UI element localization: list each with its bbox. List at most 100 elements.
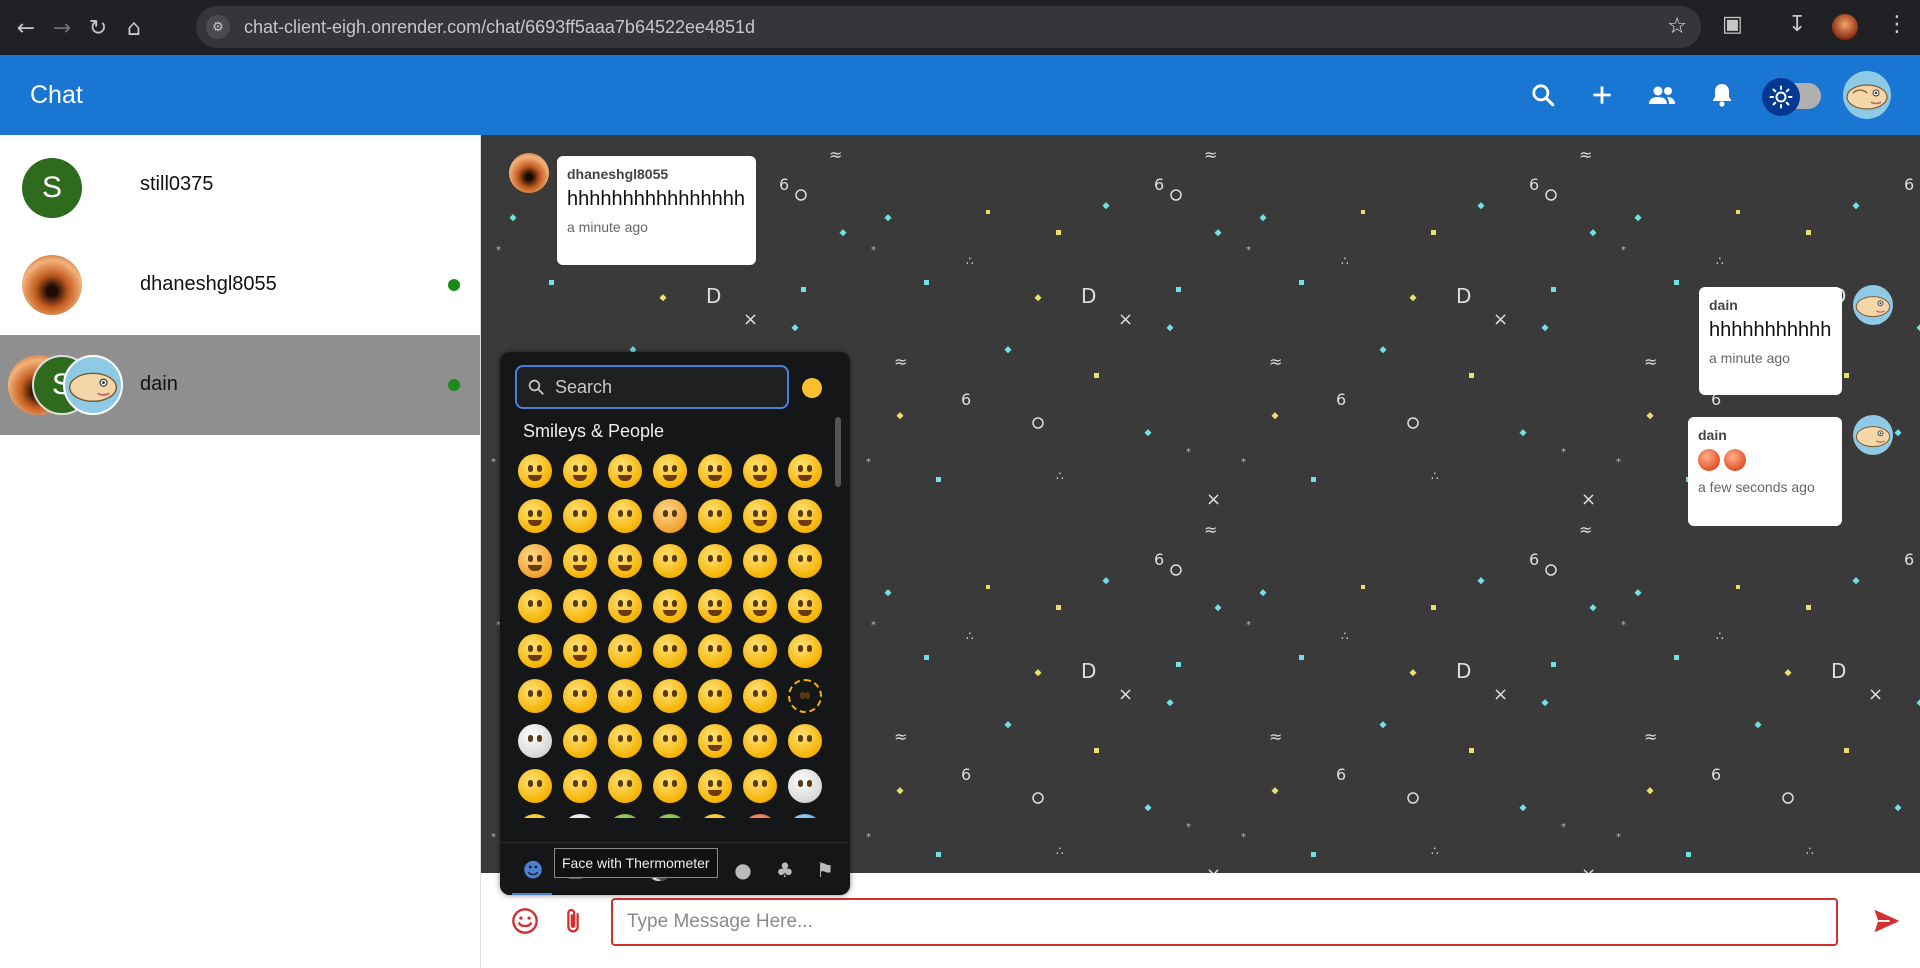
emoji-icon[interactable] [602, 763, 647, 808]
objects-icon[interactable]: ● [730, 857, 756, 883]
emoji-icon[interactable] [512, 493, 557, 538]
chat-item-dain[interactable]: S dain [0, 335, 480, 435]
emoji-icon[interactable] [647, 583, 692, 628]
emoji-icon[interactable] [647, 763, 692, 808]
emoji-icon[interactable] [602, 808, 647, 818]
emoji-icon[interactable] [647, 628, 692, 673]
emoji-icon[interactable] [782, 673, 827, 718]
emoji-icon[interactable] [557, 448, 602, 493]
attach-icon[interactable] [557, 905, 589, 937]
notifications-icon[interactable] [1706, 79, 1738, 111]
emoji-icon[interactable] [647, 673, 692, 718]
emoji-icon[interactable] [782, 628, 827, 673]
sender-avatar[interactable] [509, 153, 549, 193]
message-emojis [1698, 449, 1832, 471]
emoji-icon[interactable] [557, 583, 602, 628]
emoji-icon[interactable] [692, 583, 737, 628]
emoji-icon[interactable] [512, 583, 557, 628]
emoji-icon[interactable] [602, 538, 647, 583]
emoji-icon[interactable] [737, 493, 782, 538]
emoji-icon[interactable] [692, 538, 737, 583]
emoji-icon[interactable] [737, 718, 782, 763]
emoji-icon[interactable] [737, 673, 782, 718]
address-bar[interactable]: ⚙ chat-client-eigh.onrender.com/chat/669… [196, 6, 1701, 48]
emoji-icon[interactable] [602, 718, 647, 763]
emoji-icon[interactable] [737, 583, 782, 628]
emoji-icon[interactable] [782, 583, 827, 628]
emoji-icon[interactable] [557, 673, 602, 718]
emoji-icon[interactable] [692, 808, 737, 818]
emoji-icon[interactable] [692, 628, 737, 673]
sender-avatar[interactable] [1853, 415, 1893, 455]
emoji-icon[interactable] [782, 808, 827, 818]
light-mode-icon[interactable] [1762, 78, 1800, 116]
smiley-category-icon[interactable]: ☻ [520, 857, 546, 883]
emoji-icon[interactable] [512, 538, 557, 583]
emoji-icon[interactable] [602, 628, 647, 673]
emoji-icon[interactable] [737, 448, 782, 493]
group-icon[interactable] [1646, 79, 1678, 111]
emoji-icon[interactable] [692, 673, 737, 718]
emoji-icon[interactable] [557, 808, 602, 818]
chat-item-still0375[interactable]: S still0375 [0, 135, 480, 235]
emoji-icon[interactable] [512, 628, 557, 673]
emoji-icon[interactable] [512, 673, 557, 718]
add-icon[interactable] [1586, 79, 1618, 111]
emoji-icon[interactable] [737, 808, 782, 818]
browser-menu-icon[interactable]: ⋮ [1886, 12, 1908, 37]
emoji-icon[interactable] [737, 538, 782, 583]
browser-profile-avatar[interactable] [1832, 14, 1858, 40]
emoji-icon[interactable] [692, 763, 737, 808]
url-text[interactable]: chat-client-eigh.onrender.com/chat/6693f… [244, 17, 755, 38]
emoji-icon[interactable] [557, 763, 602, 808]
emoji-icon[interactable] [512, 808, 557, 818]
reload-icon[interactable]: ↻ [82, 12, 114, 44]
skin-tone-selector[interactable] [802, 378, 822, 398]
emoji-icon[interactable] [557, 493, 602, 538]
emoji-icon[interactable] [557, 718, 602, 763]
download-icon[interactable]: ↧ [1788, 12, 1806, 37]
emoji-icon[interactable] [557, 628, 602, 673]
emoji-icon[interactable] [602, 583, 647, 628]
emoji-icon[interactable] [512, 448, 557, 493]
emoji-icon[interactable] [782, 763, 827, 808]
symbols-icon[interactable]: ♣ [772, 857, 798, 883]
emoji-icon[interactable] [512, 763, 557, 808]
send-icon[interactable] [1871, 905, 1903, 937]
emoji-icon[interactable] [512, 718, 557, 763]
emoji-icon[interactable] [647, 493, 692, 538]
emoji-icon[interactable] [692, 493, 737, 538]
emoji-icon[interactable] [647, 808, 692, 818]
message-input[interactable] [611, 898, 1838, 946]
emoji-icon[interactable] [737, 628, 782, 673]
emoji-icon[interactable] [782, 718, 827, 763]
emoji-icon[interactable] [647, 538, 692, 583]
home-icon[interactable]: ⌂ [118, 12, 150, 44]
emoji-icon[interactable] [602, 493, 647, 538]
bookmark-star-icon[interactable]: ☆ [1667, 14, 1687, 39]
sender-avatar[interactable] [1853, 285, 1893, 325]
user-avatar[interactable] [1843, 71, 1891, 119]
chat-item-dhaneshgl8055[interactable]: dhaneshgl8055 [0, 235, 480, 335]
emoji-icon[interactable] [692, 718, 737, 763]
emoji-search-input[interactable] [553, 375, 777, 399]
emoji-icon[interactable] [737, 763, 782, 808]
emoji-icon[interactable] [647, 718, 692, 763]
site-info-icon[interactable]: ⚙ [206, 15, 230, 39]
back-icon[interactable]: ← [10, 12, 42, 44]
emoji-icon[interactable] [602, 448, 647, 493]
extensions-icon[interactable]: ▣ [1722, 12, 1743, 37]
emoji-icon[interactable] [782, 448, 827, 493]
scrollbar[interactable] [835, 417, 841, 487]
emoji-icon[interactable] [782, 538, 827, 583]
emoji-icon[interactable] [602, 673, 647, 718]
forward-icon[interactable]: → [46, 12, 78, 44]
emoji-icon[interactable] [647, 448, 692, 493]
search-icon[interactable] [1527, 79, 1559, 111]
flags-icon[interactable]: ⚑ [812, 857, 838, 883]
emoji-icon[interactable] [557, 538, 602, 583]
emoji-icon[interactable] [782, 493, 827, 538]
emoji-icon[interactable] [692, 448, 737, 493]
emoji-search-box[interactable] [515, 365, 789, 409]
emoji-picker-icon[interactable] [509, 905, 541, 937]
